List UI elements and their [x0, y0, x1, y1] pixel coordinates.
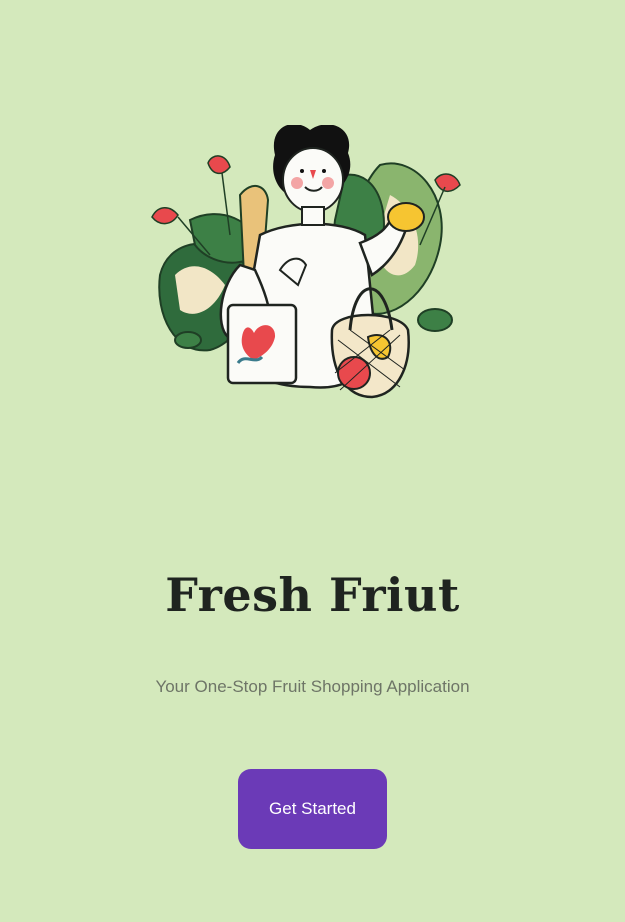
lemon: [387, 202, 425, 232]
app-title: Fresh Friut: [165, 568, 460, 622]
hero-illustration: [150, 123, 470, 405]
app-subtitle: Your One-Stop Fruit Shopping Application: [155, 677, 470, 696]
get-started-button[interactable]: Get Started: [238, 769, 387, 849]
